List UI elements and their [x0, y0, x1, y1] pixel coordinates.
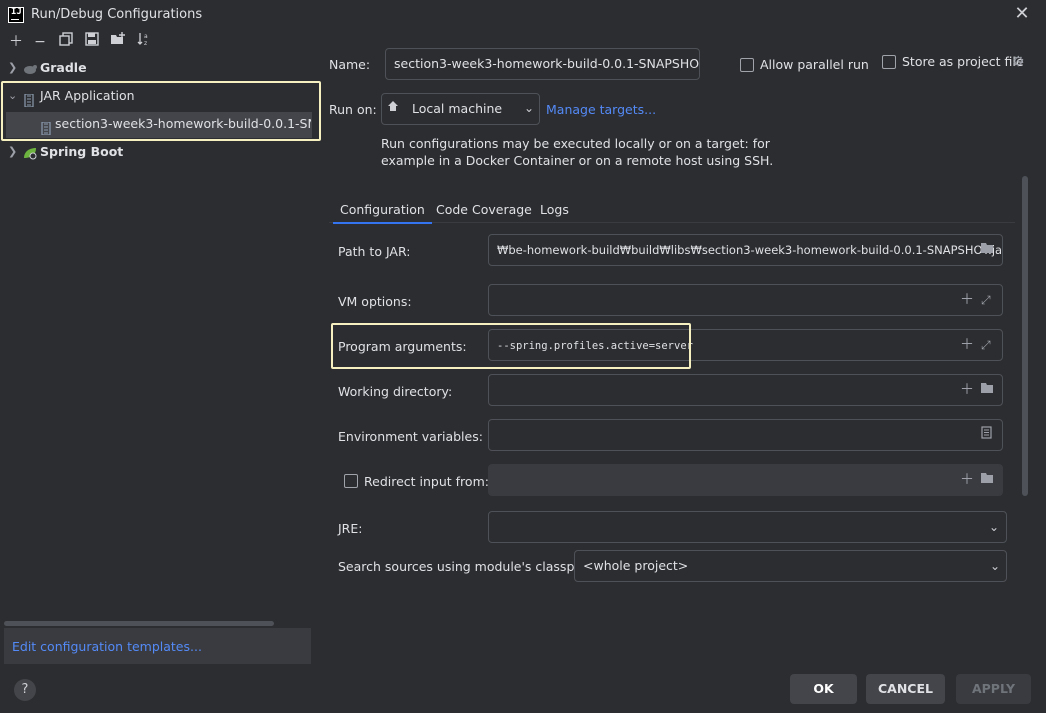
- working-directory-field[interactable]: [488, 374, 1003, 406]
- allow-parallel-checkbox[interactable]: [740, 58, 754, 72]
- folder-icon[interactable]: [980, 465, 994, 495]
- name-field[interactable]: section3-week3-homework-build-0.0.1-SNAP…: [385, 48, 700, 80]
- search-sources-select[interactable]: <whole project>: [574, 550, 1007, 582]
- tab-configuration[interactable]: Configuration: [333, 202, 432, 224]
- save-icon[interactable]: [82, 32, 102, 52]
- folder-add-icon[interactable]: [108, 32, 128, 52]
- tabs-divider: [329, 222, 1015, 223]
- horizontal-scrollbar[interactable]: [4, 621, 274, 626]
- document-icon[interactable]: [981, 420, 992, 450]
- tree-label: Spring Boot: [40, 144, 124, 159]
- store-project-checkbox[interactable]: [882, 55, 896, 69]
- plus-icon[interactable]: ＋: [960, 330, 974, 360]
- tab-logs[interactable]: Logs: [540, 202, 569, 224]
- sort-icon[interactable]: az: [134, 32, 154, 52]
- copy-icon[interactable]: [56, 32, 76, 52]
- folder-icon[interactable]: [980, 235, 994, 265]
- chevron-right-icon[interactable]: ❯: [8, 139, 17, 165]
- tab-code-coverage[interactable]: Code Coverage: [436, 202, 532, 224]
- chevron-right-icon[interactable]: ❯: [8, 55, 17, 81]
- expand-icon[interactable]: ⤢: [981, 285, 991, 315]
- cancel-button[interactable]: CANCEL: [866, 674, 945, 704]
- edit-templates-link[interactable]: Edit configuration templates...: [4, 628, 311, 664]
- gradle-icon: [22, 55, 38, 81]
- highlight-annotation: [1, 81, 321, 141]
- minus-icon[interactable]: −: [30, 32, 50, 52]
- chevron-down-icon[interactable]: ⌄: [524, 101, 534, 115]
- expand-icon[interactable]: ⤢: [981, 330, 991, 360]
- plus-icon[interactable]: ＋: [960, 285, 974, 315]
- tree-item-gradle[interactable]: ❯ Gradle: [0, 55, 321, 81]
- vm-options-label: VM options:: [338, 294, 412, 309]
- plus-icon[interactable]: ＋: [960, 465, 974, 495]
- run-note-line-2: example in a Docker Container or on a re…: [381, 153, 774, 168]
- redirect-input-checkbox[interactable]: [344, 474, 358, 488]
- search-sources-label: Search sources using module's classpath:: [338, 559, 600, 574]
- redirect-input-field[interactable]: [488, 464, 1003, 496]
- plus-icon[interactable]: ＋: [960, 375, 974, 405]
- environment-variables-field[interactable]: [488, 419, 1003, 451]
- plus-icon[interactable]: ＋: [6, 32, 26, 52]
- folder-icon[interactable]: [980, 375, 994, 405]
- run-on-select[interactable]: Local machine: [381, 93, 540, 125]
- chevron-down-icon[interactable]: ⌄: [989, 512, 999, 542]
- highlight-annotation: [331, 323, 691, 369]
- name-label: Name:: [329, 57, 371, 72]
- manage-targets-link[interactable]: Manage targets...: [546, 102, 656, 117]
- store-project-label: Store as project file: [902, 54, 1024, 69]
- home-icon: [387, 100, 399, 115]
- chevron-down-icon[interactable]: ⌄: [990, 551, 1000, 581]
- ok-button[interactable]: OK: [790, 674, 857, 704]
- svg-text:a: a: [144, 33, 148, 40]
- path-to-jar-field[interactable]: ₩be-homework-build₩build₩libs₩section3-w…: [488, 234, 1003, 266]
- svg-text:z: z: [144, 40, 147, 46]
- window-title: Run/Debug Configurations: [31, 7, 203, 22]
- jre-label: JRE:: [338, 521, 363, 536]
- intellij-logo-icon: IJ: [8, 7, 24, 23]
- vm-options-field[interactable]: [488, 284, 1003, 316]
- working-directory-label: Working directory:: [338, 384, 453, 399]
- spring-boot-icon: [22, 139, 38, 165]
- redirect-input-label: Redirect input from:: [364, 474, 489, 489]
- gear-icon[interactable]: ⚙: [1012, 54, 1025, 70]
- path-label: Path to JAR:: [338, 244, 411, 259]
- search-sources-value: <whole project>: [583, 558, 689, 573]
- environment-variables-label: Environment variables:: [338, 429, 483, 444]
- run-on-value: Local machine: [412, 101, 503, 116]
- allow-parallel-label: Allow parallel run: [760, 57, 869, 72]
- tree-item-spring-boot[interactable]: ❯ Spring Boot: [0, 139, 321, 165]
- apply-button[interactable]: APPLY: [956, 674, 1031, 704]
- help-button[interactable]: ?: [14, 679, 36, 701]
- vertical-scrollbar[interactable]: [1022, 176, 1028, 496]
- run-on-label: Run on:: [329, 102, 377, 117]
- jre-select[interactable]: [488, 511, 1007, 543]
- path-value: ₩be-homework-build₩build₩libs₩section3-w…: [497, 243, 1003, 257]
- run-note-line-1: Run configurations may be executed local…: [381, 136, 770, 151]
- close-icon[interactable]: ✕: [1012, 4, 1032, 24]
- tree-label: Gradle: [40, 60, 87, 75]
